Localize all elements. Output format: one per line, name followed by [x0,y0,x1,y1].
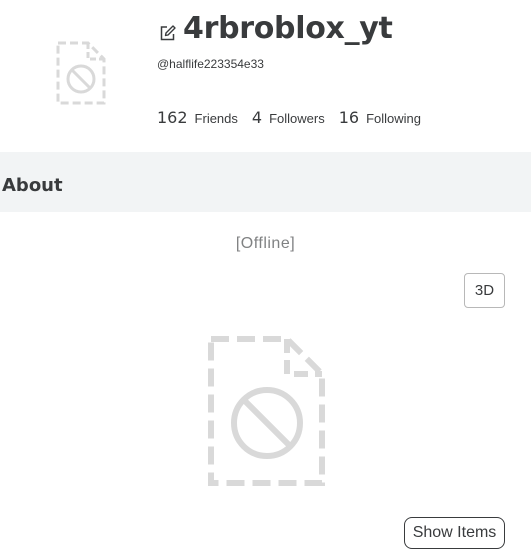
edit-icon[interactable] [159,25,176,42]
profile-page: 4rbroblox_yt @halflife223354e33 162 Frie… [0,0,531,557]
about-section-bar [0,152,531,212]
social-stats: 162 Friends 4 Followers 16 Following [157,108,435,127]
toggle-3d-button[interactable]: 3D [464,273,505,308]
friends-count: 162 [157,108,188,127]
show-items-button[interactable]: Show Items [404,517,505,549]
following-label: Following [366,111,421,126]
friends-stat[interactable]: 162 Friends [157,108,238,127]
friends-label: Friends [194,111,238,126]
broken-image-icon [55,40,107,106]
following-stat[interactable]: 16 Following [339,108,421,127]
profile-header: 4rbroblox_yt @halflife223354e33 162 Frie… [0,0,531,152]
about-heading: About [2,175,63,196]
following-count: 16 [338,108,360,127]
presence-status: [Offline] [235,235,296,252]
followers-stat[interactable]: 4 Followers [252,108,325,127]
followers-label: Followers [269,111,325,126]
broken-image-icon [207,335,326,487]
followers-count: 4 [251,108,263,127]
username-title: 4rbroblox_yt [183,11,393,46]
user-handle: @halflife223354e33 [157,57,264,71]
